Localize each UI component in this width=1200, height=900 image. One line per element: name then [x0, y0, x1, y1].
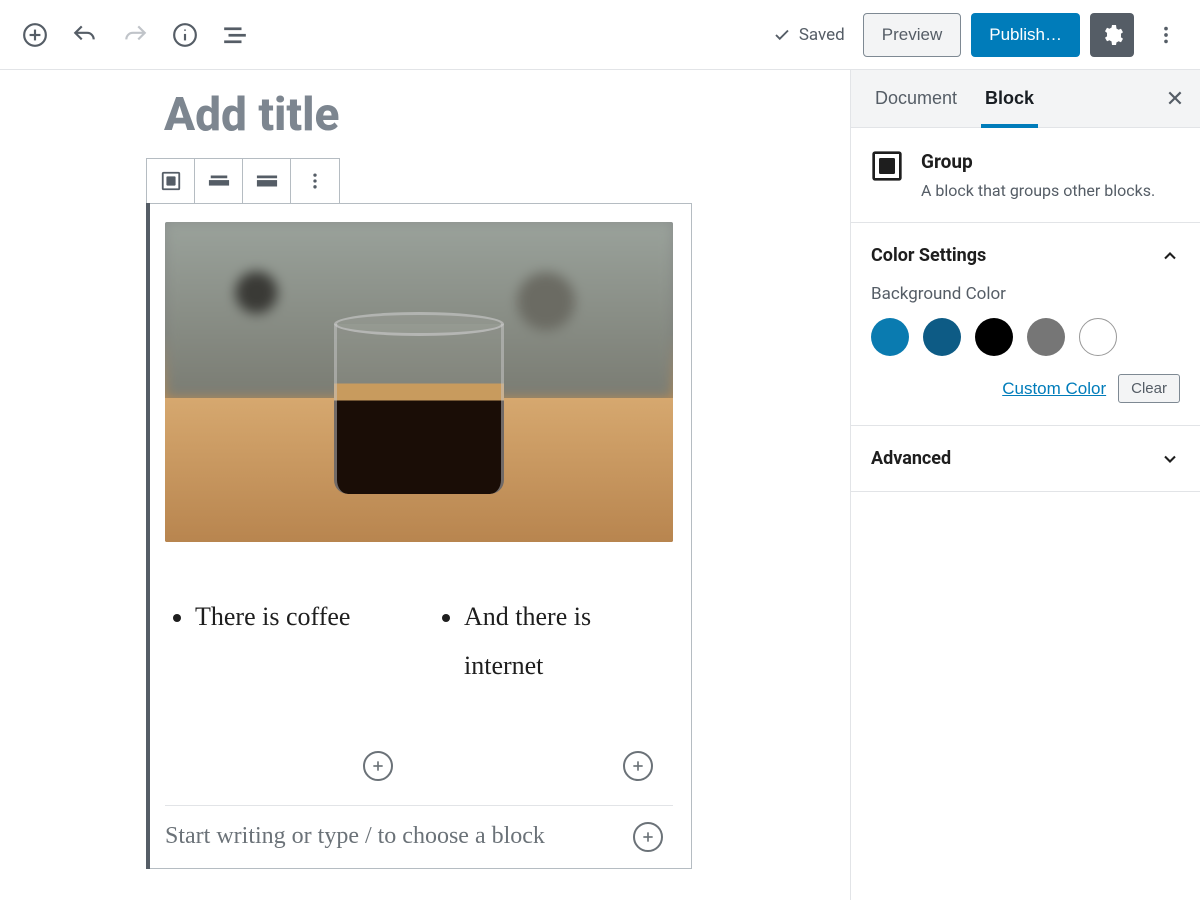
block-type-button[interactable]	[147, 159, 195, 203]
color-swatch[interactable]	[1079, 318, 1117, 356]
check-icon	[773, 26, 791, 44]
block-toolbar	[146, 158, 340, 204]
align-wide-button[interactable]	[195, 159, 243, 203]
image-block[interactable]	[165, 222, 673, 542]
advanced-panel: Advanced	[851, 426, 1200, 492]
outline-icon	[222, 22, 248, 48]
plus-icon	[370, 758, 386, 774]
list-item[interactable]: And there is internet	[464, 592, 673, 691]
align-full-button[interactable]	[243, 159, 291, 203]
color-settings-heading: Color Settings	[871, 245, 986, 266]
block-navigation-button[interactable]	[212, 12, 258, 58]
add-block-column-left[interactable]	[363, 751, 393, 781]
publish-button[interactable]: Publish…	[971, 13, 1080, 57]
kebab-icon	[305, 171, 325, 191]
advanced-toggle[interactable]: Advanced	[871, 448, 1180, 469]
info-icon	[172, 22, 198, 48]
clear-color-button[interactable]: Clear	[1118, 374, 1180, 403]
post-title-placeholder: Add title	[164, 88, 550, 142]
toolbar-left-group	[12, 12, 258, 58]
color-swatch[interactable]	[923, 318, 961, 356]
background-color-label: Background Color	[871, 284, 1180, 304]
color-actions: Custom Color Clear	[871, 374, 1180, 403]
gear-icon	[1100, 23, 1124, 47]
block-more-options-button[interactable]	[291, 159, 339, 203]
block-card-description: A block that groups other blocks.	[921, 181, 1155, 200]
custom-color-link[interactable]: Custom Color	[1002, 379, 1106, 399]
chevron-down-icon	[1160, 449, 1180, 469]
block-divider	[165, 805, 673, 806]
close-icon: ✕	[1166, 86, 1184, 112]
default-block-appender[interactable]: Start writing or type / to choose a bloc…	[165, 818, 673, 856]
plus-icon	[630, 758, 646, 774]
kebab-icon	[1155, 24, 1177, 46]
color-swatch[interactable]	[871, 318, 909, 356]
add-block-inline-button[interactable]	[633, 822, 663, 852]
columns-block[interactable]: There is coffee And there is internet	[165, 592, 673, 691]
color-swatch[interactable]	[1027, 318, 1065, 356]
settings-sidebar: Document Block ✕ Group A block that grou…	[850, 70, 1200, 900]
redo-button[interactable]	[112, 12, 158, 58]
color-swatch-row	[871, 318, 1180, 356]
save-status: Saved	[773, 25, 845, 45]
plus-icon	[640, 829, 656, 845]
column-appenders	[165, 751, 673, 781]
add-block-column-right[interactable]	[623, 751, 653, 781]
group-block-icon	[871, 150, 903, 182]
sidebar-tabs: Document Block ✕	[851, 70, 1200, 128]
add-block-button[interactable]	[12, 12, 58, 58]
more-options-button[interactable]	[1144, 13, 1188, 57]
editor-canvas: Add title	[0, 70, 850, 900]
color-swatch[interactable]	[975, 318, 1013, 356]
tab-block[interactable]: Block	[971, 70, 1048, 127]
settings-toggle-button[interactable]	[1090, 13, 1134, 57]
list-item[interactable]: There is coffee	[195, 592, 404, 641]
main-area: Add title	[0, 70, 1200, 900]
preview-button[interactable]: Preview	[863, 13, 961, 57]
block-card-title: Group	[921, 150, 1155, 173]
group-block-icon	[160, 170, 182, 192]
post-title-field[interactable]: Add title	[18, 88, 550, 142]
align-wide-icon	[208, 170, 230, 192]
selected-block-wrapper: There is coffee And there is internet	[146, 158, 692, 869]
appender-placeholder: Start writing or type / to choose a bloc…	[165, 823, 545, 850]
undo-icon	[72, 22, 98, 48]
undo-button[interactable]	[62, 12, 108, 58]
toolbar-right-group: Saved Preview Publish…	[773, 13, 1188, 57]
plus-circle-icon	[22, 22, 48, 48]
column-right[interactable]: And there is internet	[434, 592, 673, 691]
block-card-panel: Group A block that groups other blocks.	[851, 128, 1200, 223]
save-status-label: Saved	[799, 25, 845, 45]
chevron-up-icon	[1160, 246, 1180, 266]
tab-document[interactable]: Document	[861, 70, 971, 127]
advanced-heading: Advanced	[871, 448, 951, 469]
close-sidebar-button[interactable]: ✕	[1160, 84, 1190, 114]
group-block[interactable]: There is coffee And there is internet	[146, 203, 692, 869]
color-settings-toggle[interactable]: Color Settings	[871, 245, 1180, 266]
color-settings-panel: Color Settings Background Color Custom C…	[851, 223, 1200, 426]
content-info-button[interactable]	[162, 12, 208, 58]
redo-icon	[122, 22, 148, 48]
align-full-icon	[256, 170, 278, 192]
column-left[interactable]: There is coffee	[165, 592, 404, 691]
editor-top-toolbar: Saved Preview Publish…	[0, 0, 1200, 70]
image-subject	[334, 312, 504, 512]
